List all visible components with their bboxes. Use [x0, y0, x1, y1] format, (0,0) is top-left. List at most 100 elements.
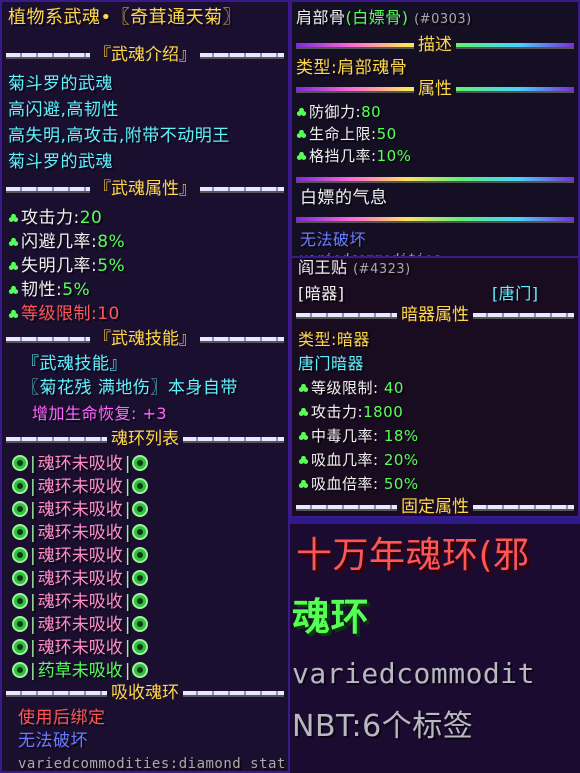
- ring-slot-label: 魂环未吸收: [37, 454, 123, 474]
- clover-icon: [298, 479, 309, 489]
- weapon-title: 阎王贴 (#4323): [298, 258, 411, 280]
- clover-icon: [298, 431, 309, 441]
- weapon-attr-value: 1800: [363, 403, 404, 421]
- clover-icon: [8, 261, 19, 271]
- bone-section-attr-label: 属性: [414, 80, 456, 98]
- separator-absorb: 吸收魂环: [6, 684, 284, 702]
- ring-icon: [132, 662, 149, 678]
- attr-row: 闪避几率:8%: [8, 232, 125, 252]
- ring-item-id: variedcommodit: [292, 657, 536, 690]
- bone-separator-flavor: [296, 170, 574, 188]
- bone-tooltip: 肩部骨(白嫖骨) (#0303) 描述 类型:肩部魂骨 属性 防御力:80 生命…: [290, 0, 580, 262]
- intro-line: 高失明,高攻击,附带不动明王: [8, 126, 230, 146]
- clover-icon: [298, 383, 309, 393]
- ring-slot-label: 魂环未吸收: [37, 615, 123, 635]
- weapon-attr-label: 中毒几率:: [311, 427, 379, 445]
- ring-icon: [12, 524, 28, 540]
- intro-line: 菊斗罗的武魂: [8, 152, 113, 172]
- clover-icon: [296, 129, 307, 139]
- attr-value: 20: [79, 208, 103, 228]
- intro-line: 高闪避,高韧性: [8, 100, 119, 120]
- ring-icon: [12, 662, 28, 678]
- section-skill-label: 『武魂技能』: [90, 330, 200, 348]
- clover-icon: [8, 309, 19, 319]
- attr-label: 攻击力:: [21, 208, 80, 228]
- attr-value: 8%: [97, 232, 126, 252]
- attr-value: 5%: [97, 256, 126, 276]
- ring-slot-label: 药草未吸收: [37, 661, 123, 681]
- clover-icon: [298, 455, 309, 465]
- ring-tooltip-zoom: 十万年魂环(邪 魂环 variedcommodit NBT:6个标签: [290, 518, 580, 773]
- separator-attr: 『武魂属性』: [6, 180, 284, 198]
- ring-icon: [12, 593, 28, 609]
- bone-attr-value: 50: [376, 125, 397, 143]
- attr-value: 5%: [62, 280, 91, 300]
- ring-icon: [12, 639, 28, 655]
- bone-attr-label: 格挡几率:: [309, 147, 377, 165]
- weapon-attr-row: 吸血几率: 20%: [298, 450, 419, 470]
- ring-slot: | 魂环未吸收 |: [12, 545, 149, 566]
- weapon-attr-value: 20%: [383, 451, 419, 469]
- skill-header: 『武魂技能』: [22, 354, 127, 374]
- ring-icon: [132, 501, 149, 517]
- bone-section-desc-label: 描述: [414, 36, 456, 54]
- weapon-separator-fixed: 固定属性: [296, 498, 574, 516]
- weapon-separator-attr: 暗器属性: [296, 306, 574, 324]
- section-absorb-label: 吸收魂环: [107, 684, 183, 702]
- clover-icon: [8, 213, 19, 223]
- weapon-section-fixed-label: 固定属性: [397, 498, 473, 516]
- attr-row: 失明几率:5%: [8, 256, 125, 276]
- level-limit-row: 等级限制:10: [8, 304, 120, 324]
- ring-slot-label: 魂环未吸收: [37, 546, 123, 566]
- ring-icon: [12, 478, 28, 494]
- level-limit-label: 等级限制:: [21, 304, 98, 324]
- clover-icon: [8, 237, 19, 247]
- ring-slot-label: 魂环未吸收: [37, 592, 123, 612]
- weapon-attr-row: 等级限制: 40: [298, 378, 404, 398]
- ring-icon: [12, 570, 28, 586]
- ring-nbt-tags: NBT:6个标签: [292, 709, 474, 744]
- ring-icon: [12, 616, 28, 632]
- ring-icon: [132, 593, 149, 609]
- clover-icon: [298, 407, 309, 417]
- bone-attr-row: 防御力:80: [296, 102, 381, 122]
- wuhun-title: 植物系武魂•〖奇茸通天菊〗: [8, 7, 242, 28]
- bone-title: 肩部骨(白嫖骨) (#0303): [296, 8, 472, 30]
- bone-separator-desc: 描述: [296, 36, 574, 54]
- bone-title-id: (#0303): [414, 12, 472, 27]
- ring-slot: | 魂环未吸收 |: [12, 453, 149, 474]
- ring-slot-label: 魂环未吸收: [37, 569, 123, 589]
- bone-title-name: (白嫖骨): [345, 8, 409, 27]
- bone-attr-label: 生命上限:: [309, 125, 377, 143]
- attr-label: 韧性:: [21, 280, 63, 300]
- weapon-attr-row: 中毒几率: 18%: [298, 426, 419, 446]
- bone-attr-label: 防御力:: [309, 103, 362, 121]
- weapon-title-text: 阎王贴: [298, 258, 348, 277]
- ring-slot: | 魂环未吸收 |: [12, 568, 149, 589]
- skill-effect: 增加生命恢复: +3: [32, 404, 168, 423]
- ring-icon: [12, 455, 28, 471]
- weapon-type: 类型:暗器: [298, 330, 370, 349]
- ring-icon: [132, 455, 149, 471]
- ring-icon: [132, 524, 149, 540]
- attr-row: 韧性:5%: [8, 280, 90, 300]
- ring-icon: [132, 570, 149, 586]
- weapon-section-attr-label: 暗器属性: [397, 306, 473, 324]
- ring-slot-label: 魂环未吸收: [37, 638, 123, 658]
- ring-slot: | 魂环未吸收 |: [12, 614, 149, 635]
- weapon-tag-right: [唐门]: [492, 284, 539, 303]
- ring-slot-label: 魂环未吸收: [37, 500, 123, 520]
- bone-attr-row: 格挡几率:10%: [296, 146, 411, 166]
- ring-icon: [132, 478, 149, 494]
- level-limit-value: 10: [97, 304, 120, 324]
- weapon-attr-row: 吸血倍率: 50%: [298, 474, 419, 494]
- section-rings-label: 魂环列表: [107, 430, 183, 448]
- attr-label: 闪避几率:: [21, 232, 98, 252]
- ring-slot-label: 魂环未吸收: [37, 477, 123, 497]
- weapon-tooltip: 阎王贴 (#4323) [暗器] [唐门] 暗器属性 类型:暗器 唐门暗器 等级…: [290, 256, 580, 518]
- ring-icon: [132, 639, 149, 655]
- separator-intro: 『武魂介绍』: [6, 46, 284, 64]
- bone-separator-end: [296, 210, 574, 228]
- ring-subtitle: 魂环: [292, 595, 370, 639]
- ring-slot: | 魂环未吸收 |: [12, 522, 149, 543]
